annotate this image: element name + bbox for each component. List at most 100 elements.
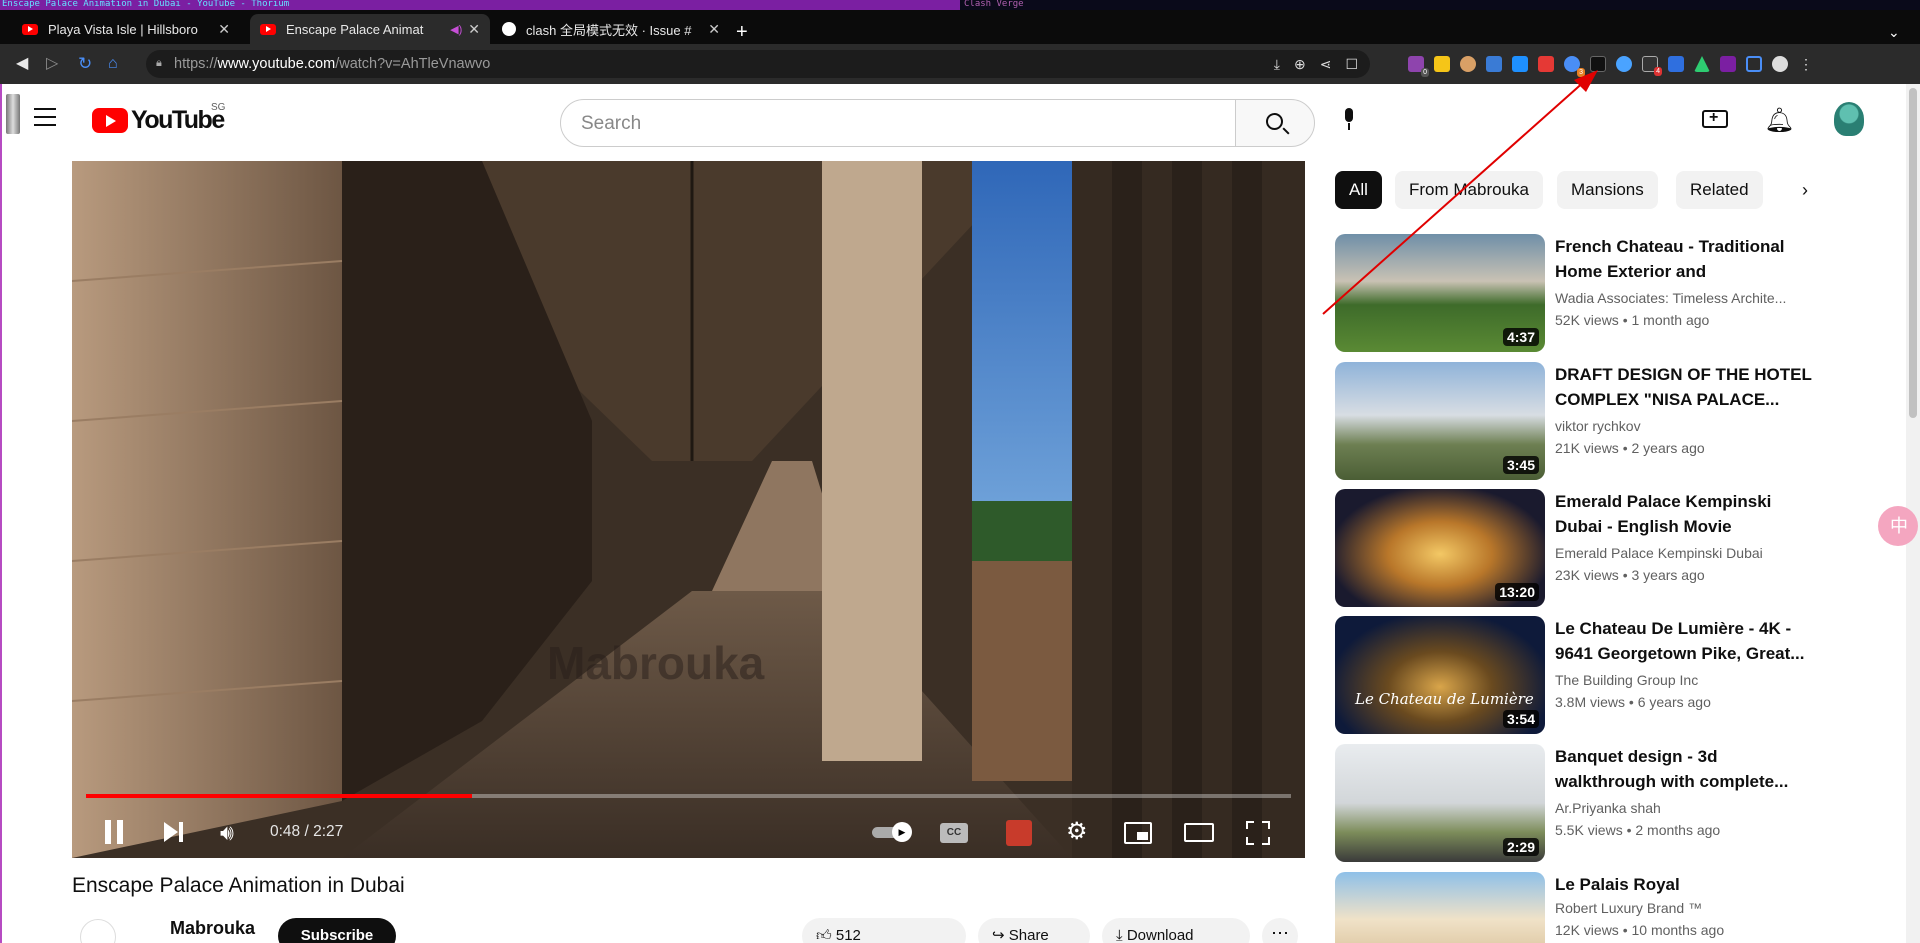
address-bar[interactable]: 🔒︎ https://www.youtube.com/watch?v=AhTle… bbox=[146, 50, 1370, 78]
bookmark-icon[interactable]: ☐ bbox=[1345, 56, 1358, 73]
tab-playa-vista[interactable]: Playa Vista Isle | Hillsboro ✕ bbox=[12, 14, 240, 44]
video-thumbnail[interactable]: 3:45 bbox=[1335, 362, 1545, 480]
channel-name[interactable]: Mabrouka bbox=[170, 918, 255, 939]
recommendation-item[interactable]: 13:20 Emerald Palace Kempinski Dubai - E… bbox=[1335, 489, 1815, 607]
lock-icon[interactable]: 🔒︎ bbox=[156, 57, 162, 70]
audio-playing-icon[interactable]: ◀) bbox=[450, 23, 462, 36]
tab-enscape-palace[interactable]: Enscape Palace Animat ◀) ✕ bbox=[250, 14, 490, 44]
recommendation-title[interactable]: Emerald Palace Kempinski Dubai - English… bbox=[1555, 489, 1815, 539]
recommendation-item[interactable]: 2:29 Banquet design - 3d walkthrough wit… bbox=[1335, 744, 1815, 862]
logo-text: YouTube bbox=[131, 106, 225, 134]
recommendation-title[interactable]: DRAFT DESIGN OF THE HOTEL COMPLEX "NISA … bbox=[1555, 362, 1815, 412]
like-button[interactable]: 👍︎ 512 bbox=[802, 918, 966, 943]
extension-icon[interactable] bbox=[1434, 56, 1450, 72]
extension-icon[interactable] bbox=[1538, 56, 1554, 72]
recommendation-item[interactable]: 4:37 French Chateau - Traditional Home E… bbox=[1335, 234, 1815, 352]
miniplayer-icon[interactable] bbox=[1124, 822, 1152, 844]
recommendation-item[interactable]: Le Chateau de Lumière 3:54 Le Chateau De… bbox=[1335, 616, 1815, 734]
settings-gear-icon[interactable]: ⚙ bbox=[1066, 817, 1088, 846]
zoom-icon[interactable]: ⊕ bbox=[1294, 56, 1306, 73]
recommendation-channel[interactable]: Robert Luxury Brand ™ bbox=[1555, 900, 1815, 916]
extension-icon[interactable]: 4 bbox=[1642, 56, 1662, 76]
recommendation-item[interactable]: Le Palais Royal Robert Luxury Brand ™ 12… bbox=[1335, 872, 1815, 943]
video-thumbnail[interactable]: 2:29 bbox=[1335, 744, 1545, 862]
tab-search-chevron-icon[interactable]: ⌄ bbox=[1888, 24, 1900, 41]
search-input[interactable]: Search bbox=[560, 99, 1236, 147]
recommendation-channel[interactable]: viktor rychkov bbox=[1555, 418, 1815, 434]
chip-related[interactable]: Related bbox=[1676, 171, 1763, 209]
share-icon: ↪ bbox=[992, 927, 1005, 943]
address-bar-actions: ⤓ ⊕ ⋖ ☐ bbox=[1274, 56, 1358, 73]
extension-icon[interactable] bbox=[1616, 56, 1632, 72]
close-icon[interactable]: ✕ bbox=[218, 21, 230, 38]
chevron-right-icon[interactable]: › bbox=[1802, 180, 1808, 201]
close-icon[interactable]: ✕ bbox=[468, 21, 480, 38]
share-button[interactable]: ↪ Share bbox=[978, 918, 1090, 943]
channel-avatar[interactable] bbox=[80, 919, 116, 943]
install-icon[interactable]: ⤓ bbox=[1274, 56, 1280, 73]
recommendation-channel[interactable]: Ar.Priyanka shah bbox=[1555, 800, 1815, 816]
video-thumbnail[interactable]: Le Chateau de Lumière 3:54 bbox=[1335, 616, 1545, 734]
more-actions-icon[interactable]: ⋯ bbox=[1262, 918, 1298, 943]
autoplay-toggle[interactable] bbox=[872, 822, 914, 842]
theater-mode-icon[interactable] bbox=[1184, 823, 1214, 842]
fullscreen-icon[interactable] bbox=[1246, 821, 1270, 845]
menu-dots-icon[interactable]: ⋮ bbox=[1798, 56, 1814, 72]
volume-icon[interactable]: 🔊︎ bbox=[220, 820, 234, 846]
subtitles-button[interactable]: CC bbox=[940, 823, 968, 843]
recommendation-title[interactable]: Le Chateau De Lumière - 4K - 9641 George… bbox=[1555, 616, 1815, 666]
recommendation-title[interactable]: Banquet design - 3d walkthrough with com… bbox=[1555, 744, 1815, 794]
microphone-icon[interactable] bbox=[1342, 108, 1356, 130]
other-window-title-text: Clash Verge bbox=[964, 0, 1024, 9]
side-handle[interactable] bbox=[6, 94, 20, 134]
forward-button[interactable]: ▷ bbox=[46, 54, 58, 74]
extension-icon[interactable]: 3 bbox=[1564, 56, 1585, 77]
recommendation-title[interactable]: Le Palais Royal bbox=[1555, 872, 1815, 897]
recommendation-channel[interactable]: The Building Group Inc bbox=[1555, 672, 1815, 688]
recommendation-item[interactable]: 3:45 DRAFT DESIGN OF THE HOTEL COMPLEX "… bbox=[1335, 362, 1815, 480]
new-tab-button[interactable]: + bbox=[736, 22, 748, 42]
reload-button[interactable]: ↻ bbox=[78, 54, 92, 74]
extension-icon[interactable] bbox=[1460, 56, 1476, 72]
create-video-icon[interactable] bbox=[1702, 109, 1728, 128]
extension-icon[interactable] bbox=[1720, 56, 1736, 72]
scrollbar-thumb[interactable] bbox=[1909, 88, 1917, 418]
active-window-title: Enscape Palace Animation in Dubai - YouT… bbox=[0, 0, 960, 10]
video-thumbnail[interactable]: 13:20 bbox=[1335, 489, 1545, 607]
puzzle-icon[interactable] bbox=[1668, 56, 1684, 72]
chip-mansions[interactable]: Mansions bbox=[1557, 171, 1658, 209]
side-panel-icon[interactable] bbox=[1746, 56, 1762, 72]
notifications-bell-icon[interactable]: 🔔︎ bbox=[1764, 106, 1794, 135]
video-player[interactable]: Mabrouka 🔊︎ 0:48 / 2:27 CC ⚙ bbox=[72, 161, 1305, 858]
search-button[interactable] bbox=[1235, 99, 1315, 147]
recommendation-channel[interactable]: Emerald Palace Kempinski Dubai bbox=[1555, 545, 1815, 561]
tab-clash-issue[interactable]: clash 全局模式无效 · Issue # ✕ bbox=[492, 14, 730, 44]
chip-all[interactable]: All bbox=[1335, 171, 1382, 209]
url-text[interactable]: https://www.youtube.com/watch?v=AhTleVna… bbox=[174, 56, 490, 72]
video-thumbnail[interactable]: 4:37 bbox=[1335, 234, 1545, 352]
pause-icon[interactable] bbox=[104, 820, 124, 844]
extension-icon[interactable]: 0 bbox=[1408, 56, 1429, 77]
download-button[interactable]: ⤓ Download bbox=[1102, 918, 1250, 943]
subscribe-button[interactable]: Subscribe bbox=[278, 918, 396, 943]
chip-from-mabrouka[interactable]: From Mabrouka bbox=[1395, 171, 1543, 209]
close-icon[interactable]: ✕ bbox=[708, 21, 720, 38]
avatar[interactable] bbox=[1834, 102, 1864, 136]
back-button[interactable]: ◀ bbox=[16, 54, 28, 74]
video-thumbnail[interactable] bbox=[1335, 872, 1545, 943]
extension-icon[interactable] bbox=[1590, 56, 1606, 72]
youtube-logo[interactable]: YouTube bbox=[92, 106, 225, 135]
player-extension-icon[interactable] bbox=[1006, 820, 1032, 846]
recommendation-channel[interactable]: Wadia Associates: Timeless Archite... bbox=[1555, 290, 1815, 306]
extension-icon[interactable] bbox=[1694, 56, 1710, 72]
recommendation-title[interactable]: French Chateau - Traditional Home Exteri… bbox=[1555, 234, 1815, 284]
next-video-icon[interactable] bbox=[164, 822, 184, 842]
extension-icon[interactable] bbox=[1512, 56, 1528, 72]
progress-bar[interactable] bbox=[86, 794, 1291, 798]
share-icon[interactable]: ⋖ bbox=[1320, 56, 1332, 73]
home-icon[interactable]: ⌂ bbox=[108, 54, 118, 74]
extension-icon[interactable] bbox=[1486, 56, 1502, 72]
translate-extension-icon[interactable]: 中 bbox=[1878, 506, 1918, 546]
profile-icon[interactable] bbox=[1772, 56, 1788, 72]
hamburger-menu-icon[interactable] bbox=[34, 108, 56, 126]
